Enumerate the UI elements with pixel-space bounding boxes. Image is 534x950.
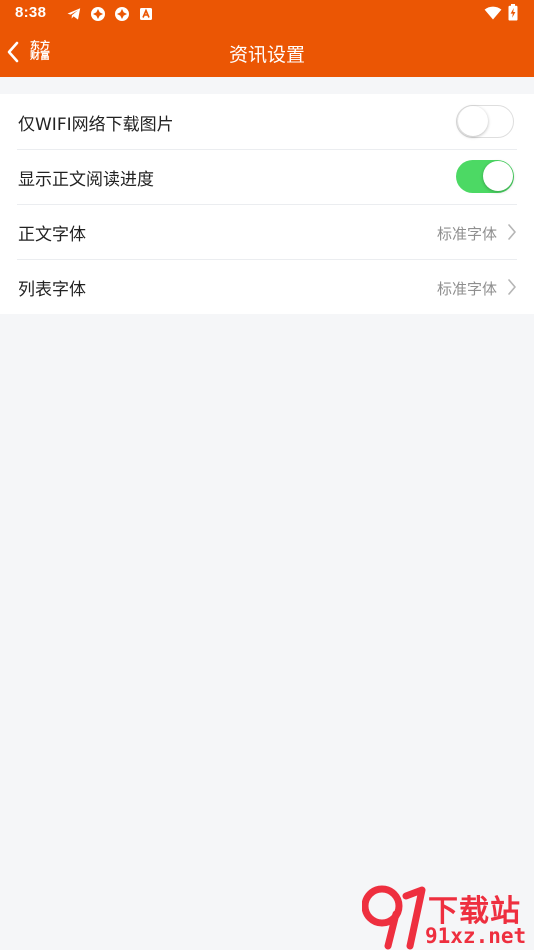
letter-a-icon <box>138 6 154 22</box>
setting-value: 标准字体 <box>436 280 497 298</box>
notification-icons <box>58 5 154 23</box>
watermark-logo-icon <box>362 885 426 950</box>
toggle-knob <box>482 161 513 191</box>
app-flower-icon <box>114 6 130 22</box>
setting-value: 标准字体 <box>436 225 497 243</box>
settings-list: 仅WIFI网络下载图片 显示正文阅读进度 正文字体 标准字体 列表字体 标准字体 <box>0 94 534 314</box>
status-time: 8:38 <box>15 4 47 21</box>
setting-row-body-font[interactable]: 正文字体 标准字体 <box>0 204 534 259</box>
setting-row-reading-progress: 显示正文阅读进度 <box>0 149 534 204</box>
setting-label: 正文字体 <box>18 225 86 245</box>
chevron-right-icon <box>508 224 516 240</box>
system-icons <box>478 3 518 25</box>
telegram-icon <box>66 6 82 22</box>
toggle-knob <box>458 106 488 136</box>
watermark-url: 91xz.net <box>425 924 527 948</box>
setting-label: 仅WIFI网络下载图片 <box>18 115 174 135</box>
reading-progress-toggle[interactable] <box>456 160 514 193</box>
wifi-images-toggle[interactable] <box>456 105 514 138</box>
app-flower-icon <box>90 6 106 22</box>
setting-label: 显示正文阅读进度 <box>18 170 154 190</box>
site-watermark: 下载站 91xz.net <box>362 884 534 950</box>
setting-label: 列表字体 <box>18 280 86 300</box>
setting-row-wifi-images: 仅WIFI网络下载图片 <box>0 94 534 149</box>
status-bar: 8:38 <box>0 0 534 28</box>
battery-charging-icon <box>508 3 518 25</box>
nav-bar: 东方 财富 资讯设置 <box>0 28 534 77</box>
wifi-icon <box>484 5 502 24</box>
chevron-right-icon <box>508 279 516 295</box>
setting-row-list-font[interactable]: 列表字体 标准字体 <box>0 259 534 314</box>
page-title: 资讯设置 <box>228 44 305 66</box>
